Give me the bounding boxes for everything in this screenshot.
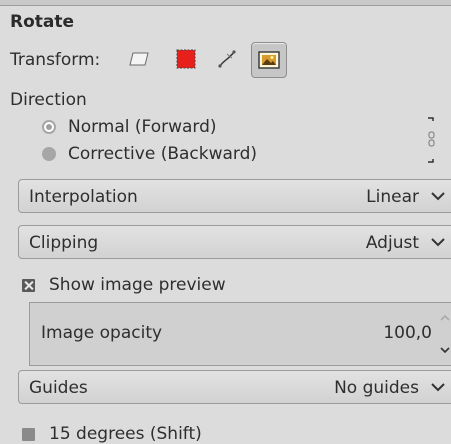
chevron-down-icon xyxy=(431,238,445,247)
image-transform-icon[interactable] xyxy=(251,42,287,78)
image-opacity-label: Image opacity xyxy=(41,323,163,343)
chevron-down-icon xyxy=(431,192,445,201)
radio-selected-icon xyxy=(42,120,56,134)
selection-transform-icon[interactable] xyxy=(169,42,203,76)
clipping-value: Adjust xyxy=(365,233,419,253)
direction-label: Direction xyxy=(10,90,87,110)
chevron-down-icon xyxy=(431,383,445,392)
tool-options-title: Rotate xyxy=(10,12,75,32)
guides-label: Guides xyxy=(29,378,88,398)
path-transform-icon[interactable] xyxy=(210,42,244,76)
spin-arrows-icon[interactable] xyxy=(436,303,451,365)
direction-corrective-label: Corrective (Backward) xyxy=(68,144,258,164)
guides-value: No guides xyxy=(334,378,419,398)
interpolation-dropdown[interactable]: Interpolation Linear xyxy=(18,179,451,213)
panel-top-border xyxy=(0,0,451,6)
constrain-label: 15 degrees (Shift) xyxy=(49,424,202,444)
image-opacity-spinscale[interactable]: Image opacity 100,0 xyxy=(29,302,451,366)
transform-label: Transform: xyxy=(10,50,101,70)
show-preview-label: Show image preview xyxy=(49,275,226,295)
clipping-dropdown[interactable]: Clipping Adjust xyxy=(18,225,451,259)
show-preview-checkbox[interactable]: Show image preview xyxy=(22,275,226,295)
direction-normal-label: Normal (Forward) xyxy=(68,117,217,137)
direction-normal-radio[interactable]: Normal (Forward) xyxy=(42,117,217,137)
guides-dropdown[interactable]: Guides No guides xyxy=(18,370,451,404)
image-opacity-value: 100,0 xyxy=(383,323,432,343)
layer-transform-icon[interactable] xyxy=(122,42,156,76)
clipping-label: Clipping xyxy=(29,233,99,253)
interpolation-value: Linear xyxy=(366,187,419,207)
radio-unselected-icon xyxy=(42,147,56,161)
interpolation-label: Interpolation xyxy=(29,187,138,207)
checkbox-checked-icon xyxy=(22,278,35,292)
chain-link-icon[interactable] xyxy=(424,114,438,166)
direction-corrective-radio[interactable]: Corrective (Backward) xyxy=(42,144,257,164)
constrain-15-degrees-checkbox[interactable]: 15 degrees (Shift) xyxy=(22,424,202,444)
